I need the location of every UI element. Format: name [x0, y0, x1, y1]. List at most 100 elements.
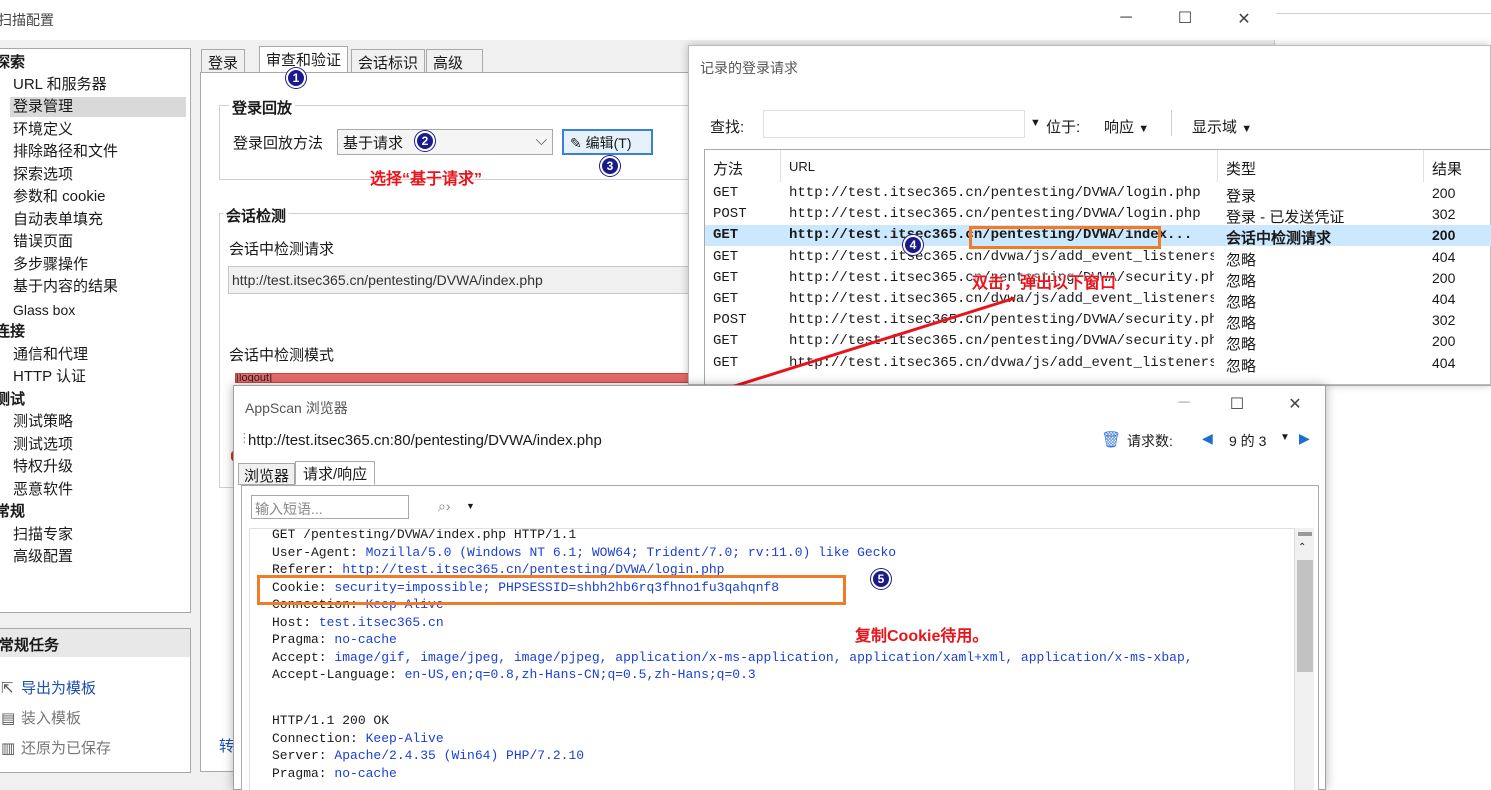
nav-item-params-cookie[interactable]: 参数和 cookie	[13, 187, 106, 207]
nav-item-content-results[interactable]: 基于内容的结果	[13, 277, 118, 297]
cell-result: 302	[1432, 206, 1456, 223]
column-header-result[interactable]: 结果	[1424, 150, 1491, 182]
login-replay-method-select[interactable]: 基于请求 ⌵	[337, 129, 553, 155]
truncated-link[interactable]: 转	[219, 735, 234, 756]
edit-button[interactable]: ✎ 编辑(T)	[562, 129, 653, 155]
close-icon[interactable]: ✕	[1229, 9, 1259, 29]
background-window-strip	[1276, 0, 1491, 14]
nav-item-environment[interactable]: 环境定义	[13, 120, 73, 140]
search-icon[interactable]: ⌕›	[438, 498, 451, 515]
cell-type: 忽略	[1226, 294, 1257, 311]
chevron-down-icon: ▼	[1138, 123, 1150, 135]
close-icon[interactable]: ✕	[1280, 394, 1310, 414]
cell-type: 忽略	[1226, 272, 1257, 290]
cell-result: 404	[1432, 248, 1456, 265]
export-template-link[interactable]: ⇱ 导出为模板	[1, 677, 96, 698]
tab-review-verify[interactable]: 审查和验证	[259, 46, 349, 73]
header-key: Accept-Language:	[272, 667, 405, 682]
nav-item-multistep[interactable]: 多步骤操作	[13, 255, 88, 275]
export-icon: ⇱	[1, 680, 14, 697]
session-pattern-field[interactable]: [logout]	[235, 373, 693, 383]
nav-item-login-management[interactable]: 登录管理	[10, 97, 186, 117]
nav-item-explore-options[interactable]: 探索选项	[13, 165, 73, 185]
nav-item-advanced-config[interactable]: 高级配置	[13, 547, 73, 567]
vertical-scrollbar[interactable]: ⌃	[1294, 528, 1314, 790]
tab-login[interactable]: 登录	[201, 49, 246, 73]
nav-item-exclude-paths[interactable]: 排除路径和文件	[13, 142, 118, 162]
header-key: Connection:	[272, 730, 366, 746]
restore-saved-link[interactable]: ▥ 还原为已保存	[1, 737, 111, 758]
cell-result: 200	[1432, 227, 1456, 244]
session-request-label: 会话中检测请求	[229, 241, 335, 258]
nav-item-scan-expert[interactable]: 扫描专家	[13, 525, 73, 545]
header-key: Server:	[272, 748, 335, 763]
counter-dropdown-icon[interactable]: ▼	[1280, 432, 1290, 443]
search-options-dropdown-icon[interactable]: ▼	[466, 501, 475, 511]
tab-browser[interactable]: 浏览器	[238, 463, 296, 485]
chevron-down-icon: ⌵	[535, 132, 547, 149]
maximize-icon[interactable]: ☐	[1222, 394, 1252, 414]
maximize-icon[interactable]: ☐	[1170, 8, 1200, 28]
cell-type: 忽略	[1226, 315, 1257, 333]
cell-url: http://test.itsec365.cn/pentesting/DVWA/…	[789, 185, 1201, 201]
scrollbar-thumb[interactable]	[1297, 560, 1313, 672]
search-dropdown-caret-icon[interactable]: ▼	[1030, 117, 1041, 129]
highlight-box-cookie	[257, 575, 846, 605]
phrase-search-input[interactable]: 输入短语...	[251, 495, 409, 519]
scroll-up-icon[interactable]: ⌃	[1298, 542, 1306, 553]
search-label: 查找:	[710, 119, 745, 136]
cell-type: 登录	[1226, 188, 1257, 205]
header-value: Apache/2.4.35 (Win64) PHP/7.2.10	[334, 748, 585, 763]
minimize-icon[interactable]: ─	[1169, 394, 1199, 412]
nav-section-general: 常规	[0, 503, 26, 520]
search-input[interactable]	[763, 110, 1025, 138]
nav-item-proxy[interactable]: 通信和代理	[13, 345, 88, 365]
table-row[interactable]: GET http://test.itsec365.cn/dvwa/js/add_e…	[705, 247, 1491, 269]
next-request-icon[interactable]: ▶	[1299, 430, 1310, 447]
cell-result: 302	[1432, 312, 1456, 329]
table-row[interactable]: POST http://test.itsec365.cn/pentesting/D…	[705, 204, 1491, 226]
restore-icon: ▥	[1, 740, 16, 757]
browser-tabs: 浏览器 请求/响应	[234, 461, 1325, 485]
tab-advanced[interactable]: 高级	[426, 49, 483, 73]
nav-item-test-policy[interactable]: 测试策略	[13, 412, 73, 432]
prev-request-icon[interactable]: ◀	[1202, 430, 1213, 447]
cell-type: 会话中检测请求	[1226, 230, 1332, 248]
nav-item-http-auth[interactable]: HTTP 认证	[13, 367, 86, 387]
load-template-link[interactable]: ▤ 装入模板	[1, 707, 81, 728]
common-tasks-panel: 常规任务 ⇱ 导出为模板 ▤ 装入模板 ▥ 还原为已保存	[0, 628, 191, 773]
session-request-field[interactable]: http://test.itsec365.cn/pentesting/DVWA/…	[228, 266, 693, 294]
show-domain-dropdown[interactable]: 显示域 ▼	[1192, 116, 1252, 137]
http-header-line: HTTP/1.1 200 OK	[272, 713, 389, 728]
tasks-header: 常规任务	[0, 629, 190, 657]
cell-result: 404	[1432, 291, 1456, 307]
table-row[interactable]: GET http://test.itsec365.cn/pentesting/DV…	[705, 183, 1491, 205]
http-header-line: Server: Apache/2.4.35 (Win64) PHP/7.2.10	[272, 748, 584, 763]
browser-url[interactable]: http://test.itsec365.cn:80/pentesting/DV…	[248, 432, 602, 449]
header-key: Pragma:	[272, 632, 335, 647]
column-header-type[interactable]: 类型	[1218, 150, 1424, 182]
minimize-icon[interactable]: ─	[1111, 9, 1141, 27]
column-header-method[interactable]: 方法	[705, 150, 781, 182]
nav-item-test-options[interactable]: 测试选项	[13, 435, 73, 455]
header-key: GET /pentesting/DVWA/index.php HTTP/1.1	[272, 528, 577, 542]
cell-method: GET	[713, 227, 739, 244]
nav-item-glass-box[interactable]: Glass box	[13, 300, 75, 320]
tab-request-response[interactable]: 请求/响应	[295, 461, 376, 485]
column-header-url[interactable]: URL	[781, 150, 1218, 182]
annotation-select-request: 选择“基于请求”	[370, 171, 483, 188]
nav-item-error-pages[interactable]: 错误页面	[13, 232, 73, 252]
nav-item-url-servers[interactable]: URL 和服务器	[13, 75, 107, 95]
cell-method: POST	[713, 206, 747, 223]
nav-item-privilege[interactable]: 特权升级	[13, 457, 73, 477]
response-dropdown[interactable]: 响应 ▼	[1104, 116, 1149, 137]
chevron-down-icon: ▼	[1241, 123, 1253, 135]
http-message-text[interactable]: GET /pentesting/DVWA/index.php HTTP/1.1 U…	[249, 528, 1294, 790]
nav-item-auto-form-fill[interactable]: 自动表单填充	[13, 210, 103, 230]
header-value: test.itsec365.cn	[318, 614, 444, 630]
nav-panel: 探索 URL 和服务器 登录管理 环境定义 排除路径和文件 探索选项 参数和 c…	[0, 48, 191, 613]
nav-item-malware[interactable]: 恶意软件	[13, 480, 73, 500]
trash-icon[interactable]: 🗑	[1101, 430, 1121, 450]
cell-result: 200	[1432, 269, 1456, 286]
tab-session-id[interactable]: 会话标识	[351, 49, 426, 73]
